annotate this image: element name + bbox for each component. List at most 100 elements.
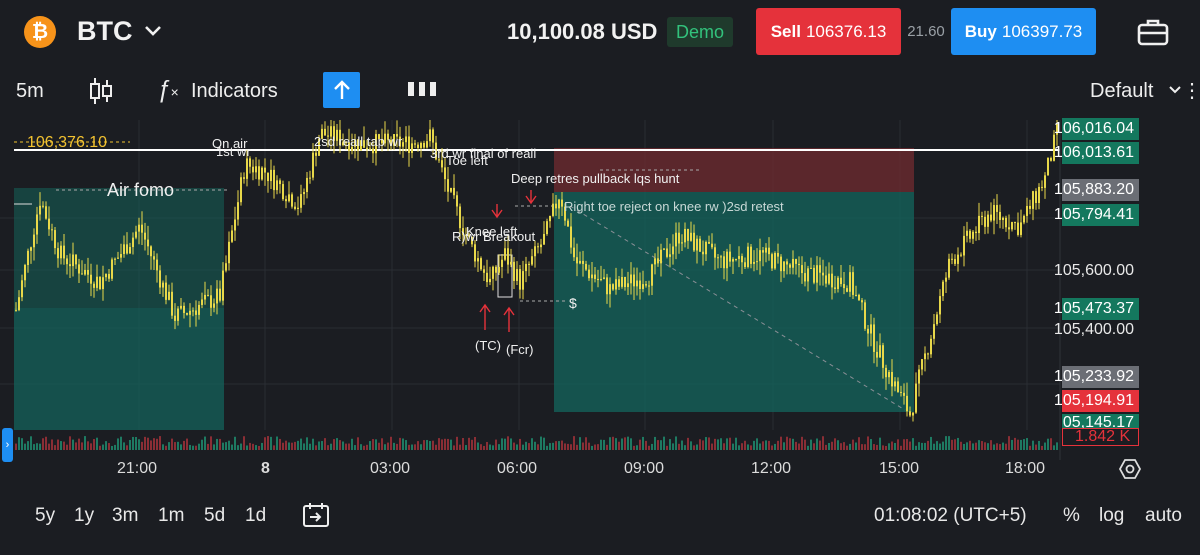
candle-body: [171, 291, 173, 316]
indicators-button[interactable]: Indicators: [191, 80, 278, 103]
candle-body: [957, 254, 959, 264]
log-toggle[interactable]: log: [1099, 505, 1124, 527]
candle-body: [960, 254, 962, 256]
volume-bar: [675, 436, 677, 450]
percent-toggle[interactable]: %: [1063, 505, 1080, 527]
candle-body: [1050, 158, 1052, 161]
candle-body: [747, 246, 749, 267]
candle-body: [297, 207, 299, 209]
sell-price: 106376.13: [805, 21, 887, 41]
candle-body: [639, 280, 641, 289]
candle-body: [15, 309, 17, 311]
candle-body: [972, 231, 974, 239]
candle-body: [1017, 222, 1019, 235]
symbol-selector[interactable]: BTC: [77, 16, 133, 47]
trade-arrow-button[interactable]: [323, 72, 360, 108]
candle-body: [798, 263, 800, 266]
range-5y[interactable]: 5y: [35, 505, 55, 527]
range-5d[interactable]: 5d: [204, 505, 225, 527]
candle-body: [621, 276, 623, 287]
volume-bar: [21, 438, 23, 450]
volume-bar: [684, 445, 686, 450]
volume-bar: [948, 436, 950, 450]
volume-bar: [324, 438, 326, 450]
layout-chevron-down-icon[interactable]: [1168, 85, 1182, 95]
volume-bar: [951, 439, 953, 450]
candle-body: [852, 272, 854, 295]
candle-body: [1008, 227, 1010, 230]
volume-bar: [738, 445, 740, 450]
annotation-fcr: (Fcr): [506, 342, 534, 357]
go-to-date-icon[interactable]: [302, 502, 330, 528]
candle-body: [177, 308, 179, 321]
range-1d[interactable]: 1d: [245, 505, 266, 527]
layout-selector[interactable]: Default: [1090, 80, 1153, 103]
portfolio-briefcase-icon[interactable]: [1137, 17, 1169, 47]
candle-body: [189, 310, 191, 315]
candle-body: [642, 284, 644, 289]
candle-body: [540, 244, 542, 248]
volume-bar: [210, 436, 212, 450]
candle-body: [315, 152, 317, 156]
candle-body: [225, 263, 227, 271]
volume-bar: [699, 439, 701, 450]
buy-button[interactable]: Buy 106397.73: [951, 8, 1096, 55]
range-1m[interactable]: 1m: [158, 505, 184, 527]
price-tick-8: 105,194.91: [1054, 390, 1139, 412]
volume-bar: [591, 445, 593, 450]
candle-body: [258, 166, 260, 180]
volume-bar: [921, 442, 923, 450]
volume-bar: [765, 440, 767, 450]
candle-body: [585, 263, 587, 270]
candle-body: [942, 281, 944, 297]
candle-body: [237, 202, 239, 220]
volume-bar: [891, 441, 893, 450]
volume-bar: [801, 436, 803, 450]
candle-body: [645, 284, 647, 286]
volume-bar: [150, 440, 152, 450]
volume-bar: [732, 443, 734, 450]
candle-body: [816, 265, 818, 283]
auto-toggle[interactable]: auto: [1145, 505, 1182, 527]
clock-timezone[interactable]: 01:08:02 (UTC+5): [874, 505, 1027, 527]
volume-bar: [420, 444, 422, 450]
volume-bar: [243, 436, 245, 450]
volume-bar: [78, 438, 80, 450]
candle-body: [999, 211, 1001, 220]
candle-body: [444, 167, 446, 180]
volume-bar: [81, 442, 83, 450]
range-3m[interactable]: 3m: [112, 505, 138, 527]
function-icon: ƒ×: [157, 76, 179, 103]
top-bar: ₿ BTC 10,100.08 USD Demo Sell 106376.13 …: [0, 0, 1200, 66]
volume-bar: [489, 444, 491, 450]
sell-button[interactable]: Sell 106376.13: [756, 8, 901, 55]
volume-bar: [876, 444, 878, 450]
interval-selector[interactable]: 5m: [16, 80, 44, 103]
candlestick-type-icon[interactable]: [88, 76, 114, 106]
volume-bar: [246, 445, 248, 450]
candle-body: [876, 351, 878, 358]
candle-body: [990, 214, 992, 221]
volume-bar: [513, 442, 515, 450]
bar-chart-icon[interactable]: [408, 82, 436, 96]
volume-bar: [984, 442, 986, 450]
candle-body: [678, 232, 680, 244]
candle-body: [834, 287, 836, 289]
range-1y[interactable]: 1y: [74, 505, 94, 527]
volume-bar: [669, 439, 671, 450]
volume-bar: [432, 440, 434, 450]
more-vertical-icon[interactable]: ⋮: [1182, 78, 1200, 103]
settings-hexagon-icon[interactable]: [1118, 457, 1142, 481]
price-chart[interactable]: 106,376.10 Air fomo On air 1st wr 2sd re…: [0, 118, 1200, 460]
volume-bar: [999, 444, 1001, 450]
volume-bar: [834, 438, 836, 450]
volume-bar: [384, 444, 386, 450]
candle-body: [174, 315, 176, 321]
chart-scroll-handle[interactable]: ›: [2, 428, 13, 462]
candle-body: [651, 264, 653, 286]
chevron-down-icon[interactable]: [142, 20, 164, 42]
candle-body: [927, 353, 929, 355]
volume-bar: [531, 438, 533, 450]
candle-body: [423, 142, 425, 148]
candle-body: [102, 277, 104, 290]
